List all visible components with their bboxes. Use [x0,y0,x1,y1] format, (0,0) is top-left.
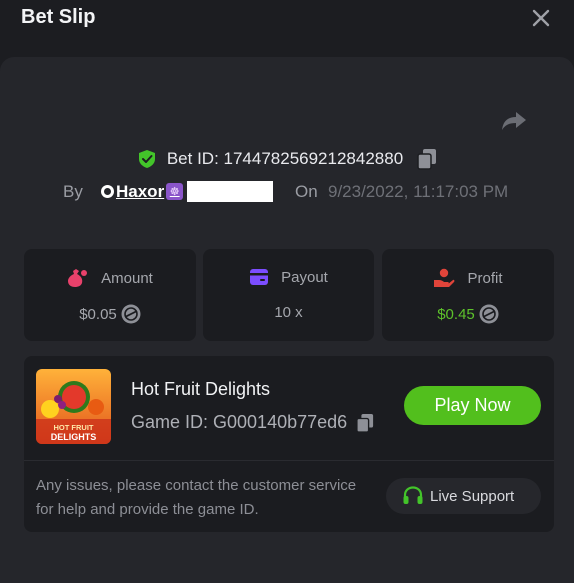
page-title: Bet Slip [21,6,96,28]
amount-value: $0.05 [79,305,117,323]
game-id-row: Game ID: G000140b77ed6 [131,412,374,433]
thumb-title-line1: HOT FRUIT [54,423,94,432]
share-icon[interactable] [501,109,527,133]
play-now-button[interactable]: Play Now [404,386,541,425]
profit-label: Profit [467,269,503,287]
live-support-button[interactable]: Live Support [386,478,541,514]
profit-value: $0.45 [437,305,475,323]
user-avatar-icon [101,185,114,198]
shield-check-icon [138,150,155,168]
bet-datetime: 9/23/2022, 11:17:03 PM [328,182,509,201]
headset-icon [403,486,423,504]
close-icon[interactable] [532,9,550,27]
profit-value-row: $0.45 [382,304,554,324]
coin-icon [121,304,141,324]
bet-author-row: By Haxor ☸ On 9/23/2022, 11:17:03 PM [0,178,574,204]
coin-icon [479,304,499,324]
amount-label: Amount [101,269,153,287]
bet-slip-header: Bet Slip [0,0,574,48]
amount-value-row: $0.05 [24,304,196,324]
amount-header: Amount [24,268,196,288]
profit-header: Profit [382,268,554,288]
copy-icon[interactable] [356,413,374,433]
payout-value: 10 x [274,304,303,321]
payout-label: Payout [281,268,328,286]
profit-card: Profit $0.45 [382,249,554,341]
support-info-text: Any issues, please contact the customer … [36,477,357,518]
by-label: By [63,182,83,201]
game-thumbnail-image: HOT FRUIT DELIGHTS [36,369,111,444]
payout-header: Payout [203,268,374,286]
money-bag-icon [68,269,88,287]
redacted-name [187,181,274,202]
amount-card: Amount $0.05 [24,249,196,341]
hand-coin-icon [434,268,455,287]
game-name: Hot Fruit Delights [131,379,271,399]
bet-id-row: Bet ID: 1744782569212842880 [0,147,574,171]
game-id-text: Game ID: G000140b77ed6 [131,412,348,432]
username: Haxor [116,181,165,201]
wallet-card-icon [250,269,269,285]
payout-value-row: 10 x [203,304,374,321]
game-thumbnail[interactable]: HOT FRUIT DELIGHTS [36,369,111,444]
live-support-label: Live Support [430,487,515,505]
username-link[interactable]: Haxor ☸ [101,181,274,202]
thumb-title-line2: DELIGHTS [51,432,97,442]
game-card: HOT FRUIT DELIGHTS Hot Fruit Delights Ga… [24,356,554,532]
payout-card: Payout 10 x [203,249,374,341]
on-label: On [295,182,318,201]
bet-id-text: Bet ID: 1744782569212842880 [166,149,404,168]
copy-icon[interactable] [417,148,437,170]
divider [24,460,554,461]
vip-badge-icon: ☸ [166,183,184,200]
